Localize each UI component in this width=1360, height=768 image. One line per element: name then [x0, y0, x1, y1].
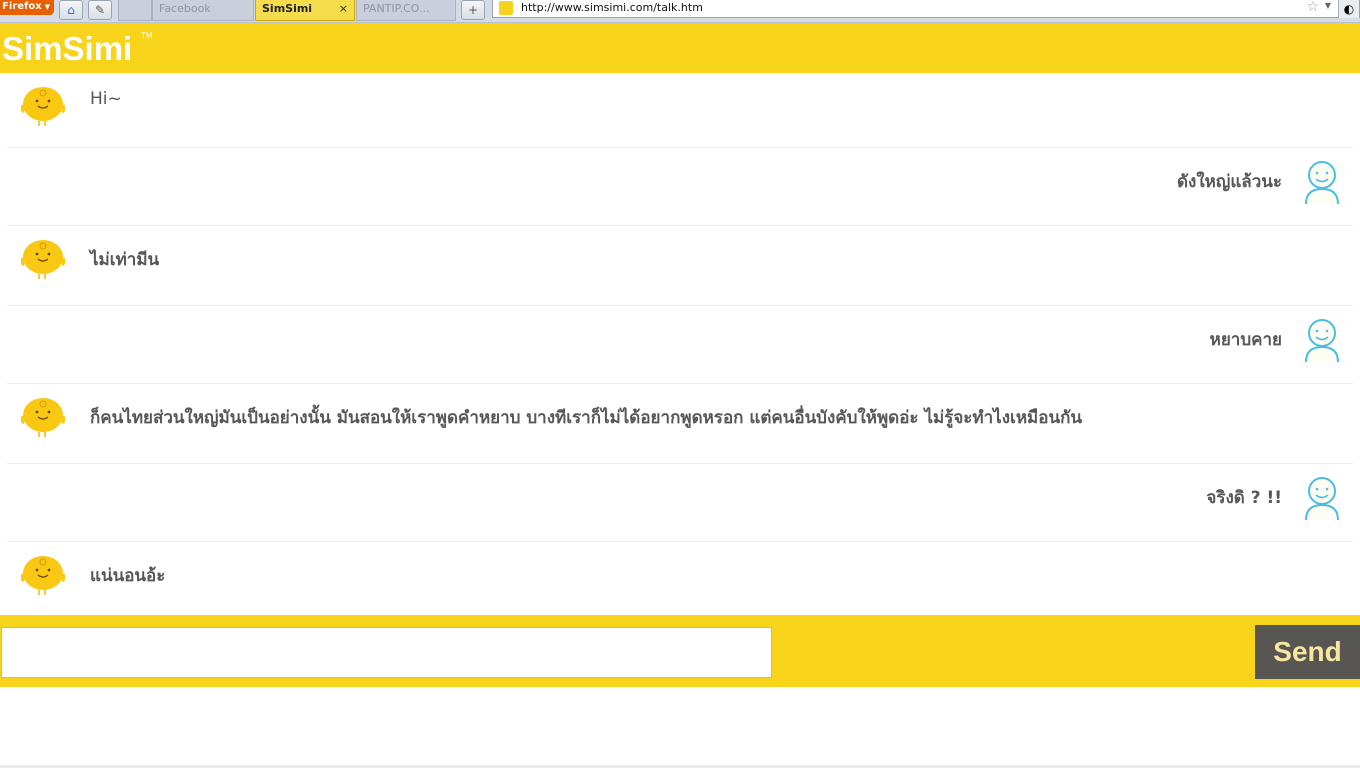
message-text: จริงดิ ? !! — [1206, 488, 1282, 508]
simsimi-avatar-icon — [21, 556, 65, 595]
browser-chrome: Firefox ▼ ⌂ ✎ Facebook SimSimi × PANTIP.CO… — [0, 0, 1360, 23]
chat-message-simsimi: ไม่เท่ามีน — [7, 226, 1353, 306]
firefox-menu-button[interactable]: Firefox ▼ — [0, 0, 54, 15]
simsimi-avatar-icon — [21, 240, 65, 279]
message-text: หยาบคาย — [1209, 330, 1282, 350]
address-bar[interactable]: http://www.simsimi.com/talk.htm ☆ ▼ ◐ — [492, 0, 1360, 18]
send-button[interactable]: Send — [1255, 625, 1360, 679]
chat-message-simsimi: Hi~ — [7, 73, 1353, 148]
user-avatar-icon — [1305, 477, 1339, 520]
user-avatar-icon — [1305, 161, 1339, 204]
tab-label: PANTIP.CO... — [363, 2, 430, 15]
home-icon: ⌂ — [67, 3, 75, 17]
trademark-mark: TM — [141, 31, 153, 40]
close-tab-icon[interactable]: × — [339, 0, 348, 17]
chevron-down-icon[interactable]: ▼ — [1325, 1, 1331, 10]
message-text: ดังใหญ่แล้วนะ — [1176, 172, 1282, 192]
tab-label: SimSimi — [262, 2, 313, 15]
message-composer: Send — [0, 615, 1360, 687]
chevron-down-icon: ▼ — [44, 3, 51, 11]
new-tab-button[interactable]: + — [461, 0, 485, 20]
chat-message-user: หยาบคาย — [7, 306, 1353, 384]
message-text: ก็คนไทยส่วนใหญ่มันเป็นอย่างนั้น มันสอนให… — [90, 408, 1083, 428]
simsimi-avatar-icon — [21, 87, 65, 126]
user-avatar-icon — [1305, 319, 1339, 362]
tab-blank[interactable] — [118, 0, 152, 21]
bookmark-star-icon[interactable]: ☆ — [1306, 0, 1319, 15]
site-favicon-icon — [499, 1, 513, 15]
home-button[interactable]: ⌂ — [59, 0, 83, 20]
chat-message-user: ดังใหญ่แล้วนะ — [7, 148, 1353, 226]
message-input[interactable] — [1, 627, 772, 678]
bookmarks-button[interactable]: ✎ — [88, 0, 112, 20]
simsimi-logo[interactable]: SimSimi — [2, 30, 132, 68]
message-text: Hi~ — [90, 89, 122, 109]
firefox-menu-label: Firefox — [2, 1, 42, 12]
bookmark-icon: ✎ — [94, 3, 106, 17]
tab-facebook[interactable]: Facebook — [152, 0, 254, 21]
simsimi-avatar-icon — [21, 398, 65, 437]
chat-message-user: จริงดิ ? !! — [7, 464, 1353, 542]
tab-simsimi[interactable]: SimSimi × — [255, 0, 355, 21]
chat-log: Hi~ ดังใหญ่แล้วนะ ไม่เท่ามีน หยาบคาย ก็ค… — [0, 73, 1360, 615]
chat-message-simsimi: ก็คนไทยส่วนใหญ่มันเป็นอย่างนั้น มันสอนให… — [7, 384, 1353, 464]
tab-label: Facebook — [159, 2, 211, 15]
site-header: SimSimi TM — [0, 23, 1360, 73]
chat-message-simsimi: แน่นอนอ้ะ — [7, 542, 1353, 615]
addon-icon[interactable]: ◐ — [1338, 0, 1359, 18]
plus-icon: + — [467, 3, 479, 17]
url-text: http://www.simsimi.com/talk.htm — [521, 1, 703, 14]
tab-pantip[interactable]: PANTIP.CO... — [356, 0, 456, 21]
message-text: ไม่เท่ามีน — [90, 250, 160, 270]
message-text: แน่นอนอ้ะ — [90, 566, 166, 586]
